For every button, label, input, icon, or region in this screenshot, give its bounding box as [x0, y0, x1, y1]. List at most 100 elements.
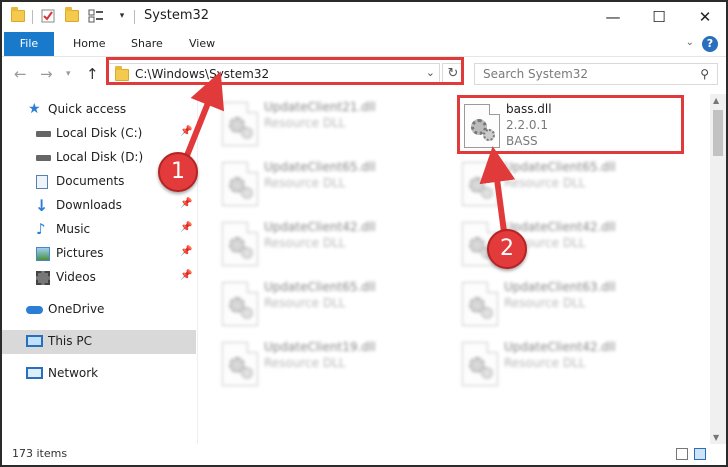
close-button[interactable]: ✕ — [682, 2, 726, 32]
file-tile[interactable]: UpdateClient63.dll Resource DLL — [456, 276, 686, 332]
pin-icon[interactable]: 📌 — [180, 126, 192, 137]
tab-home[interactable]: Home — [60, 32, 118, 56]
file-name: UpdateClient65.dll — [264, 280, 376, 294]
back-arrow-icon[interactable]: ← — [14, 65, 27, 83]
file-type: Resource DLL — [264, 296, 346, 310]
step-2-badge: 2 — [487, 229, 527, 269]
forward-arrow-icon[interactable]: → — [40, 65, 53, 83]
downloads-icon: ↓ — [35, 196, 49, 215]
file-type: Resource DLL — [504, 356, 586, 370]
file-name: UpdateClient65.dll — [264, 160, 376, 174]
file-tile[interactable]: UpdateClient21.dll Resource DLL — [216, 96, 446, 152]
dll-file-icon — [222, 342, 258, 386]
sidebar-item-label: Local Disk (C:) — [56, 126, 143, 140]
search-icon: ⚲ — [700, 67, 709, 81]
file-tile[interactable]: UpdateClient19.dll Resource DLL — [216, 336, 446, 392]
status-bar: 173 items — [2, 444, 726, 465]
file-name: UpdateClient21.dll — [264, 100, 376, 114]
dll-file-icon — [462, 162, 498, 206]
file-name: UpdateClient42.dll — [264, 220, 376, 234]
sidebar-item-local-disk-c[interactable]: Local Disk (C:) 📌 — [2, 122, 196, 146]
file-tile[interactable]: UpdateClient65.dll Resource DLL — [216, 156, 446, 212]
tab-share[interactable]: Share — [118, 32, 176, 56]
navigation-pane: ★ Quick access Local Disk (C:) 📌 Local D… — [2, 94, 198, 444]
sidebar-item-this-pc[interactable]: This PC — [2, 330, 196, 354]
ribbon-tabs: File Home Share View ⌄ ? — [2, 32, 726, 56]
file-type: Resource DLL — [264, 176, 346, 190]
file-tile[interactable]: UpdateClient65.dll Resource DLL — [216, 276, 446, 332]
search-placeholder: Search System32 — [483, 67, 589, 81]
file-type: Resource DLL — [264, 356, 346, 370]
sidebar-item-music[interactable]: ♪ Music 📌 — [2, 218, 196, 242]
music-icon: ♪ — [36, 220, 46, 238]
file-type: Resource DLL — [264, 236, 346, 250]
file-name: UpdateClient63.dll — [504, 280, 616, 294]
drive-icon — [36, 131, 51, 137]
sidebar-item-pictures[interactable]: Pictures 📌 — [2, 242, 196, 266]
recent-locations-icon[interactable]: ▾ — [66, 69, 71, 79]
sidebar-item-label: Documents — [56, 174, 125, 188]
pin-icon[interactable]: 📌 — [180, 198, 192, 209]
new-folder-icon[interactable] — [64, 7, 80, 24]
sidebar-item-quick-access[interactable]: ★ Quick access — [2, 98, 196, 122]
file-type: Resource DLL — [264, 116, 346, 130]
sidebar-item-label: Pictures — [56, 246, 104, 260]
pin-icon[interactable]: 📌 — [180, 246, 192, 257]
search-input[interactable]: Search System32 ⚲ — [474, 63, 718, 85]
dll-file-icon — [462, 342, 498, 386]
sidebar-item-label: Downloads — [56, 198, 122, 212]
scroll-down-icon[interactable]: ▼ — [713, 433, 719, 442]
minimize-button[interactable]: — — [590, 2, 636, 32]
sidebar-item-network[interactable]: Network — [2, 362, 196, 386]
file-name: UpdateClient65.dll — [504, 160, 616, 174]
sidebar-item-onedrive[interactable]: OneDrive — [2, 298, 196, 322]
videos-icon — [36, 271, 50, 285]
dll-file-icon — [222, 282, 258, 326]
dll-file-icon — [462, 282, 498, 326]
maximize-button[interactable]: ☐ — [636, 2, 682, 32]
properties-icon[interactable] — [40, 8, 56, 24]
pictures-icon — [36, 247, 50, 261]
sidebar-item-label: Local Disk (D:) — [56, 150, 144, 164]
file-name: UpdateClient42.dll — [504, 340, 616, 354]
drive-icon — [36, 155, 51, 161]
scrollbar-thumb[interactable] — [713, 110, 723, 156]
window-title: System32 — [144, 8, 210, 23]
file-name: UpdateClient42.dll — [504, 220, 616, 234]
details-view-icon[interactable] — [676, 448, 688, 460]
sidebar-item-downloads[interactable]: ↓ Downloads 📌 — [2, 194, 196, 218]
dll-file-icon — [222, 102, 258, 146]
step-1-badge: 1 — [158, 152, 198, 192]
scroll-up-icon[interactable]: ▲ — [713, 96, 719, 105]
customize-toolbar-icon[interactable]: ▾ — [114, 8, 130, 24]
file-tile[interactable]: UpdateClient65.dll Resource DLL — [456, 156, 686, 212]
file-name: UpdateClient19.dll — [264, 340, 376, 354]
pin-icon[interactable]: 📌 — [180, 270, 192, 281]
tab-file[interactable]: File — [4, 32, 54, 56]
expand-ribbon-icon[interactable]: ⌄ — [686, 37, 694, 48]
sidebar-item-label: Music — [56, 222, 91, 236]
bass-dll-highlight — [457, 95, 684, 154]
file-type: Resource DLL — [504, 176, 586, 190]
tab-view[interactable]: View — [176, 32, 228, 56]
cloud-icon — [26, 306, 43, 314]
help-icon[interactable]: ? — [702, 36, 718, 52]
folder-icon — [10, 7, 26, 24]
view-options-icon[interactable] — [88, 8, 104, 24]
divider — [32, 10, 33, 24]
file-tile[interactable]: UpdateClient42.dll Resource DLL — [456, 336, 686, 392]
sidebar-item-label: Network — [48, 366, 99, 380]
vertical-scrollbar[interactable]: ▲ ▼ — [710, 94, 726, 444]
file-type: Resource DLL — [504, 296, 586, 310]
sidebar-item-videos[interactable]: Videos 📌 — [2, 266, 196, 290]
up-arrow-icon[interactable]: ↑ — [86, 65, 99, 83]
network-icon — [26, 367, 43, 379]
address-bar-highlight — [106, 57, 464, 85]
star-icon: ★ — [28, 101, 41, 117]
file-tile[interactable]: UpdateClient42.dll Resource DLL — [216, 216, 446, 272]
sidebar-item-label: Videos — [56, 270, 96, 284]
dll-file-icon — [222, 222, 258, 266]
pin-icon[interactable]: 📌 — [180, 222, 192, 233]
item-count: 173 items — [12, 447, 68, 460]
tiles-view-icon[interactable] — [694, 448, 706, 460]
